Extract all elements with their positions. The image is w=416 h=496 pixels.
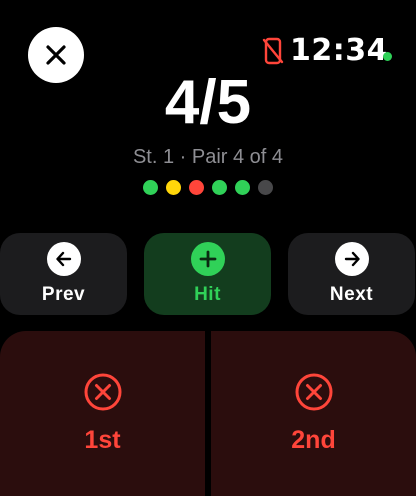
status-bar: 12:34 bbox=[262, 33, 388, 68]
status-indicator-dot bbox=[383, 52, 392, 61]
x-circle-icon bbox=[84, 373, 121, 411]
station-pair-subtitle: St. 1 · Pair 4 of 4 bbox=[132, 146, 284, 168]
shot-dot bbox=[258, 180, 273, 195]
miss-second-button[interactable]: 2nd bbox=[211, 331, 416, 496]
next-circle bbox=[334, 242, 369, 276]
shot-dot bbox=[212, 180, 227, 195]
clock-time: 12:34 bbox=[290, 33, 388, 68]
miss-first-button[interactable]: 1st bbox=[0, 331, 205, 496]
hit-label: Hit bbox=[194, 284, 221, 305]
shot-dots bbox=[0, 180, 416, 195]
x-circle-icon bbox=[295, 373, 332, 411]
shot-dot bbox=[235, 180, 250, 195]
prev-button[interactable]: Prev bbox=[0, 233, 127, 315]
arrow-right-icon bbox=[344, 251, 360, 267]
hit-circle bbox=[190, 242, 225, 276]
shot-dot bbox=[189, 180, 204, 195]
next-button[interactable]: Next bbox=[288, 233, 415, 315]
shot-dot bbox=[143, 180, 158, 195]
plus-icon bbox=[199, 250, 216, 268]
next-label: Next bbox=[329, 284, 374, 305]
close-icon bbox=[46, 45, 66, 65]
prev-label: Prev bbox=[41, 284, 86, 305]
prev-circle bbox=[46, 242, 81, 276]
phone-slash-icon bbox=[262, 37, 284, 64]
miss-first-label: 1st bbox=[84, 426, 121, 454]
arrow-left-icon bbox=[55, 251, 71, 267]
score-value: 4/5 bbox=[164, 68, 252, 137]
hit-button[interactable]: Hit bbox=[144, 233, 271, 315]
shot-dot bbox=[166, 180, 181, 195]
miss-second-label: 2nd bbox=[291, 426, 336, 454]
